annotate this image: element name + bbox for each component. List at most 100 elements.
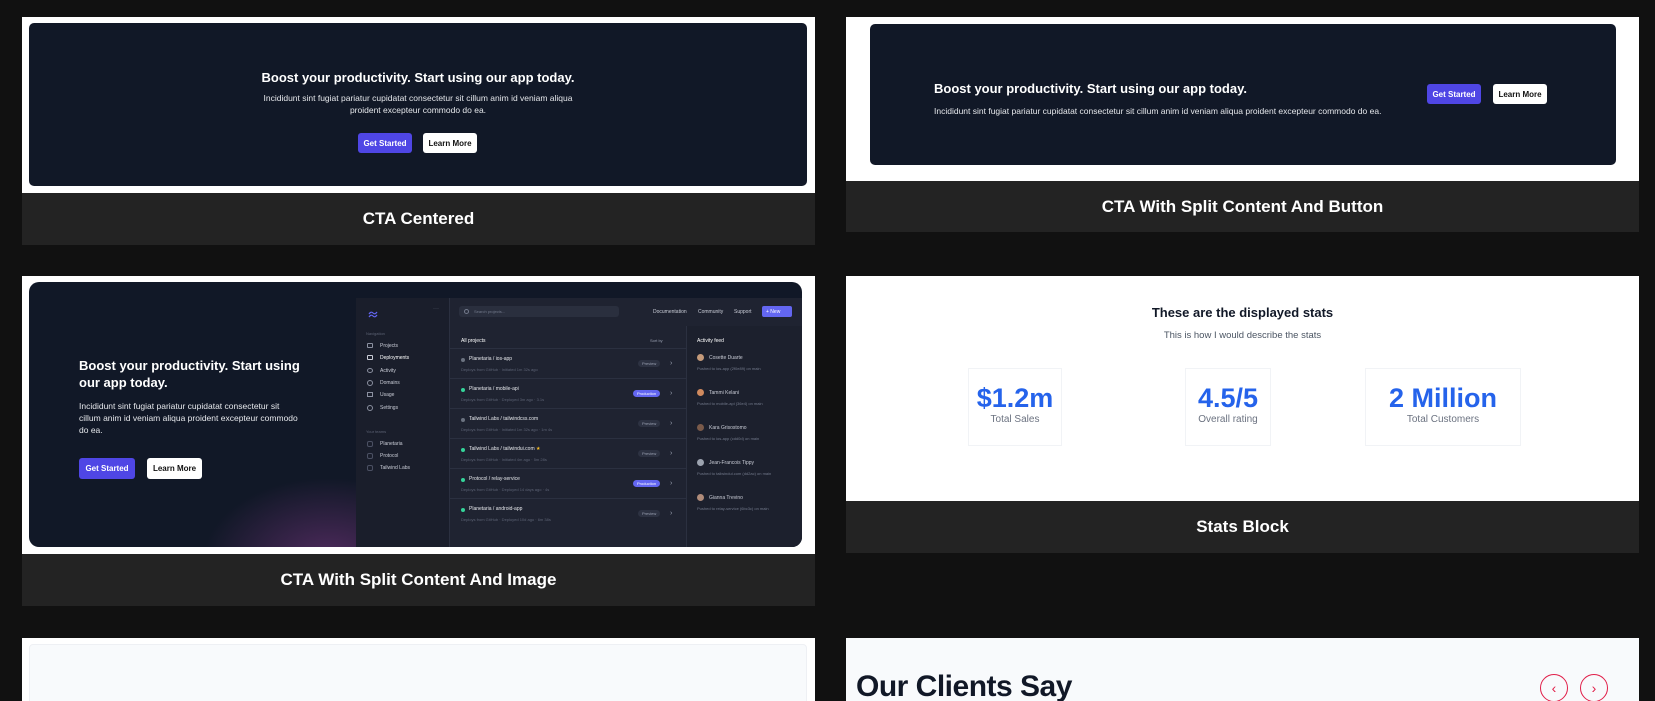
feed-item[interactable]: Gianna Trevino Pushed to relay-service (… bbox=[697, 494, 802, 522]
blank-preview[interactable] bbox=[22, 638, 815, 701]
signal-icon bbox=[367, 368, 373, 373]
stat-label: Total Customers bbox=[1406, 414, 1480, 425]
cta-centered-label[interactable]: CTA Centered bbox=[22, 193, 815, 245]
cta-split-image-preview[interactable]: Boost your productivity. Start using our… bbox=[22, 276, 815, 554]
stat-card: 4.5/5 Overall rating bbox=[1185, 368, 1271, 446]
learn-more-button[interactable]: Learn More bbox=[1493, 84, 1547, 104]
testimonials-preview[interactable]: Our Clients Say ‹ › bbox=[846, 638, 1639, 701]
next-button[interactable]: › bbox=[1580, 674, 1608, 701]
project-row[interactable]: Planetaria / android-app Deploys from Gi… bbox=[450, 498, 686, 528]
feed-user: Tammi Kelani bbox=[709, 390, 740, 396]
cta-split-image-title-line1: Boost your productivity. Start using bbox=[79, 358, 300, 373]
cta-split-button-label[interactable]: CTA With Split Content And Button bbox=[846, 181, 1639, 232]
feed-item[interactable]: Kara Grisostomo Pushed to ios-app (cdd0d… bbox=[697, 424, 802, 452]
stats-subtitle: This is how I would describe the stats bbox=[1163, 330, 1322, 341]
testimonials-title: Our Clients Say bbox=[856, 670, 1072, 701]
nav-item-domains[interactable]: Domains bbox=[380, 380, 400, 386]
nav-item-projects[interactable]: Projects bbox=[380, 343, 398, 349]
team-tailwind-labs[interactable]: Tailwind Labs bbox=[380, 465, 410, 471]
nav-heading: Navigation bbox=[366, 331, 385, 336]
link-documentation[interactable]: Documentation bbox=[653, 309, 687, 315]
get-started-button[interactable]: Get Started bbox=[1427, 84, 1481, 104]
project-row[interactable]: Protocol / relay-service Deploys from Gi… bbox=[450, 468, 686, 498]
chevron-right-icon: › bbox=[1591, 680, 1597, 696]
project-title: Tailwind Labs / tailwindcss.com bbox=[469, 416, 539, 422]
get-started-button[interactable]: Get Started bbox=[79, 458, 135, 479]
status-badge: Production bbox=[633, 480, 661, 487]
project-row[interactable]: Tailwind Labs / tailwindui.com ★ Deploys… bbox=[450, 438, 686, 468]
team-planetaria[interactable]: Planetaria bbox=[380, 441, 403, 447]
team-initial-t bbox=[367, 465, 373, 471]
nav-item-activity[interactable]: Activity bbox=[380, 368, 396, 374]
chevron-right-icon: › bbox=[670, 390, 673, 397]
app-screenshot: ··· Navigation Projects Deployments Acti… bbox=[356, 298, 802, 547]
cta-centered-title: Boost your productivity. Start using our… bbox=[261, 70, 575, 85]
status-badge: Preview bbox=[638, 360, 661, 367]
status-dot bbox=[461, 358, 465, 362]
project-meta: Deploys from GitHub · Deployed 3m ago · … bbox=[461, 397, 545, 402]
team-initial-p2 bbox=[367, 453, 373, 459]
feed-user: Jean-Francois Tippy bbox=[709, 460, 755, 466]
status-dot bbox=[461, 418, 465, 422]
nav-item-settings[interactable]: Settings bbox=[380, 405, 398, 411]
project-title: Planetaria / android-app bbox=[469, 506, 523, 512]
project-meta: Deploys from GitHub · Initiated 1m 32s a… bbox=[461, 427, 553, 432]
prev-button[interactable]: ‹ bbox=[1540, 674, 1568, 701]
nav-item-deployments[interactable]: Deployments bbox=[380, 355, 409, 361]
project-row[interactable]: Tailwind Labs / tailwindcss.com Deploys … bbox=[450, 408, 686, 438]
project-meta: Deploys from GitHub · Initiated 4m ago ·… bbox=[461, 457, 547, 462]
team-protocol[interactable]: Protocol bbox=[380, 453, 398, 459]
cta-split-button-preview[interactable]: Boost your productivity. Start using our… bbox=[846, 17, 1639, 181]
status-dot bbox=[461, 448, 465, 452]
more-icon[interactable]: ··· bbox=[433, 306, 439, 312]
chevron-right-icon: › bbox=[670, 420, 673, 427]
stats-title: These are the displayed stats bbox=[1151, 305, 1334, 320]
gear-icon bbox=[367, 405, 373, 411]
feed-item[interactable]: Jean-Francois Tippy Pushed to tailwindui… bbox=[697, 459, 802, 487]
status-badge: Preview bbox=[638, 420, 661, 427]
status-badge: Production bbox=[633, 390, 661, 397]
get-started-button[interactable]: Get Started bbox=[358, 133, 412, 153]
status-dot bbox=[461, 478, 465, 482]
stats-block-label[interactable]: Stats Block bbox=[846, 501, 1639, 553]
project-meta: Deploys from GitHub · Initiated 1m 32s a… bbox=[461, 367, 538, 372]
avatar bbox=[697, 494, 704, 501]
chevron-right-icon: › bbox=[670, 360, 673, 367]
activity-feed: Activity feed Cosette Duarte Pushed to i… bbox=[686, 326, 802, 547]
project-row[interactable]: Planetaria / ios-app Deploys from GitHub… bbox=[450, 348, 686, 378]
status-dot bbox=[461, 508, 465, 512]
feed-item[interactable]: Tammi Kelani Pushed to mobile-api (36e4)… bbox=[697, 389, 802, 417]
globe-icon bbox=[367, 380, 373, 386]
project-title: Tailwind Labs / tailwindui.com ★ bbox=[469, 446, 541, 452]
feed-user: Cosette Duarte bbox=[709, 355, 743, 361]
stat-card: 2 Million Total Customers bbox=[1365, 368, 1521, 446]
project-row[interactable]: Planetaria / mobile-api Deploys from Git… bbox=[450, 378, 686, 408]
project-title: Planetaria / mobile-api bbox=[469, 386, 519, 392]
link-community[interactable]: Community bbox=[698, 309, 723, 315]
blank-preview-inner bbox=[29, 644, 807, 701]
activity-feed-heading: Activity feed bbox=[697, 338, 724, 344]
project-title: Planetaria / ios-app bbox=[469, 356, 513, 362]
learn-more-button[interactable]: Learn More bbox=[147, 458, 202, 479]
search-input[interactable]: Search projects... bbox=[459, 306, 619, 317]
project-meta: Deploys from GitHub · Deployed 14 days a… bbox=[461, 487, 550, 492]
cta-centered-preview[interactable]: Boost your productivity. Start using our… bbox=[22, 17, 815, 193]
new-button[interactable]: + New bbox=[762, 306, 792, 317]
nav-item-usage[interactable]: Usage bbox=[380, 392, 394, 398]
avatar bbox=[697, 354, 704, 361]
cta-split-image-banner: Boost your productivity. Start using our… bbox=[29, 282, 802, 547]
team-initial-p bbox=[367, 441, 373, 447]
chevron-left-icon: ‹ bbox=[1551, 680, 1557, 696]
sort-by-button[interactable]: Sort by bbox=[650, 338, 663, 343]
cta-centered-body-line1: Incididunt sint fugiat pariatur cupidata… bbox=[263, 93, 573, 103]
projects-heading: All projects bbox=[461, 338, 486, 344]
logo-icon bbox=[368, 306, 378, 318]
link-support[interactable]: Support bbox=[734, 309, 752, 315]
star-icon: ★ bbox=[536, 446, 541, 452]
feed-user: Kara Grisostomo bbox=[709, 425, 747, 431]
feed-item[interactable]: Cosette Duarte Pushed to ios-app (2f0e89… bbox=[697, 354, 802, 382]
cta-split-image-label[interactable]: CTA With Split Content And Image bbox=[22, 554, 815, 606]
stat-card: $1.2m Total Sales bbox=[968, 368, 1062, 446]
learn-more-button[interactable]: Learn More bbox=[423, 133, 477, 153]
stats-block-preview[interactable]: These are the displayed stats This is ho… bbox=[846, 276, 1639, 501]
